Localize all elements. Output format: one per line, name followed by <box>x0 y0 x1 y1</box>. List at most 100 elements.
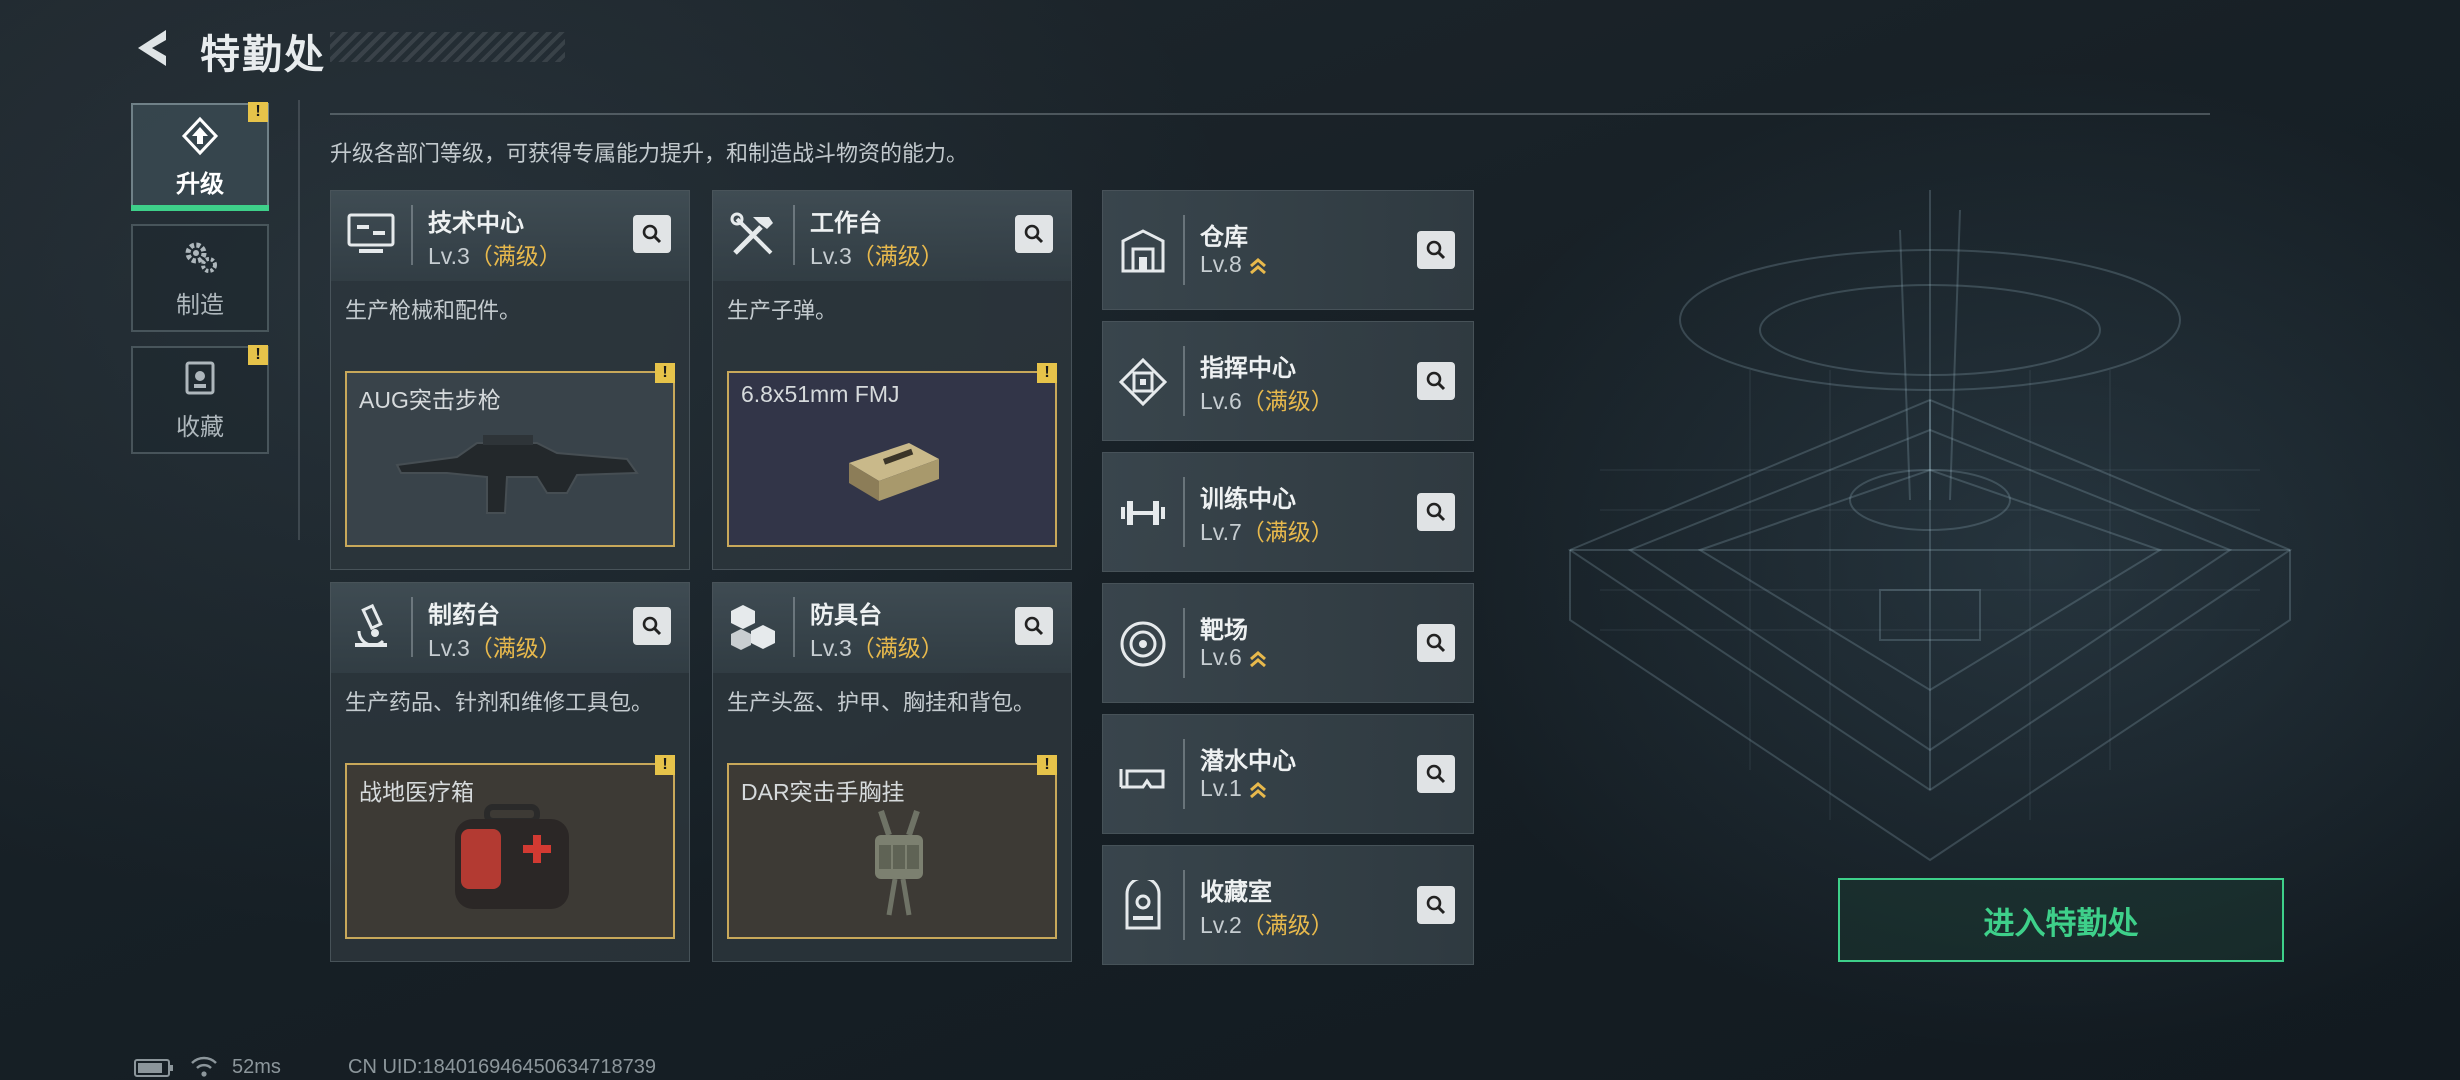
facility-card-warehouse[interactable]: 仓库 Lv.8 <box>1102 190 1474 310</box>
search-button[interactable] <box>1417 755 1455 793</box>
active-tab-indicator <box>131 205 269 211</box>
ping-readout: 52ms <box>232 1056 281 1078</box>
facility-level: Lv.8 <box>1200 251 1268 278</box>
target-icon <box>1120 621 1166 667</box>
max-level-label: （满级） <box>1241 388 1334 414</box>
trophy-icon <box>185 361 215 394</box>
chest-rig-image <box>875 810 923 916</box>
cubes-icon <box>731 605 775 650</box>
dumbbell-icon <box>1121 501 1165 525</box>
workshop-level: Lv.3（满级） <box>428 635 562 661</box>
wifi-icon <box>191 1056 217 1077</box>
search-button[interactable] <box>1015 607 1053 645</box>
search-icon <box>1426 502 1446 522</box>
max-level-label: （满级） <box>851 243 944 269</box>
facility-level: Lv.2（满级） <box>1200 912 1334 938</box>
facility-hologram-image <box>1567 190 2293 862</box>
divider <box>330 113 2210 115</box>
facility-name: 靶场 <box>1200 617 1248 644</box>
workshop-description: 生产子弹。 <box>727 298 838 323</box>
max-level-label: （满级） <box>469 243 562 269</box>
max-level-label: （满级） <box>851 635 944 661</box>
card-header: 工作台 Lv.3（满级） <box>713 191 1071 281</box>
product-name: AUG突击步枪 <box>359 387 501 413</box>
warehouse-icon <box>1121 229 1165 273</box>
workshop-name: 工作台 <box>810 210 882 237</box>
workshop-level: Lv.3（满级） <box>810 243 944 269</box>
product-name: 6.8x51mm FMJ <box>741 381 900 407</box>
user-uid: CN UID:184016946450634718739 <box>348 1056 657 1078</box>
nav-tab-label: 制造 <box>176 291 224 319</box>
battery-icon <box>134 1059 173 1077</box>
monitor-icon <box>347 213 395 253</box>
product-name: DAR突击手胸挂 <box>741 779 905 805</box>
alert-badge: ! <box>248 345 268 365</box>
diving-mask-icon <box>1119 769 1165 789</box>
medkit-image <box>455 804 569 909</box>
workshop-card-workbench[interactable]: 工作台 Lv.3（满级） 生产子弹。 6.8x51mm FMJ ! <box>712 190 1072 570</box>
facility-card-collection-room[interactable]: 收藏室 Lv.2（满级） <box>1102 845 1474 965</box>
card-header: 防具台 Lv.3（满级） <box>713 583 1071 673</box>
facility-level: Lv.7（满级） <box>1200 519 1334 545</box>
nav-tab-label: 收藏 <box>176 413 224 441</box>
card-header: 制药台 Lv.3（满级） <box>331 583 689 673</box>
search-button[interactable] <box>633 607 671 645</box>
facility-level: Lv.6 <box>1200 644 1268 671</box>
nav-tab-craft[interactable]: 制造 <box>131 224 269 332</box>
product-slot[interactable]: 6.8x51mm FMJ ! <box>727 363 1057 547</box>
search-button[interactable] <box>1417 493 1455 531</box>
facility-name: 指挥中心 <box>1200 355 1296 382</box>
facility-card-diving-center[interactable]: 潜水中心 Lv.1 <box>1102 714 1474 834</box>
search-icon <box>1426 764 1446 784</box>
search-button[interactable] <box>1015 215 1053 253</box>
search-icon <box>1024 224 1044 244</box>
facility-card-shooting-range[interactable]: 靶场 Lv.6 <box>1102 583 1474 703</box>
divider <box>298 100 300 540</box>
search-button[interactable] <box>633 215 671 253</box>
product-slot[interactable]: DAR突击手胸挂 ! <box>727 755 1057 939</box>
workshop-description: 生产药品、针剂和维修工具包。 <box>345 690 654 715</box>
alert-badge: ! <box>1037 363 1057 383</box>
facility-level: Lv.1 <box>1200 775 1268 802</box>
alert-badge: ! <box>1037 755 1057 775</box>
workshop-name: 制药台 <box>428 602 500 629</box>
search-icon <box>642 224 662 244</box>
search-button[interactable] <box>1417 624 1455 662</box>
facility-card-training-center[interactable]: 训练中心 Lv.7（满级） <box>1102 452 1474 572</box>
upgrade-chevron-icon <box>1249 781 1266 799</box>
upgrade-icon <box>181 116 219 155</box>
max-level-label: （满级） <box>469 635 562 661</box>
max-level-label: （满级） <box>1241 912 1334 938</box>
alert-badge: ! <box>248 102 268 122</box>
facility-card-command-center[interactable]: 指挥中心 Lv.6（满级） <box>1102 321 1474 441</box>
upgrade-chevron-icon <box>1249 257 1266 275</box>
workshop-card-armory[interactable]: 防具台 Lv.3（满级） 生产头盔、护甲、胸挂和背包。 DAR突击手胸挂 ! <box>712 582 1072 962</box>
facility-name: 潜水中心 <box>1200 748 1296 775</box>
workshop-card-tech-center[interactable]: 技术中心 Lv.3（满级） 生产枪械和配件。 AUG突击步枪 ! <box>330 190 690 570</box>
facility-level: Lv.6（满级） <box>1200 388 1334 414</box>
search-icon <box>1426 240 1446 260</box>
search-icon <box>642 616 662 636</box>
workshop-name: 技术中心 <box>428 210 524 237</box>
product-slot[interactable]: AUG突击步枪 ! <box>345 363 675 547</box>
search-button[interactable] <box>1417 231 1455 269</box>
workshop-description: 生产枪械和配件。 <box>345 298 522 323</box>
back-arrow-icon[interactable] <box>132 26 176 70</box>
search-icon <box>1426 371 1446 391</box>
page-title: 特勤处 <box>200 33 326 77</box>
search-button[interactable] <box>1417 886 1455 924</box>
section-description: 升级各部门等级，可获得专属能力提升，和制造战斗物资的能力。 <box>330 141 969 166</box>
ammo-box-image <box>849 443 939 501</box>
search-icon <box>1426 633 1446 653</box>
search-icon <box>1426 895 1446 915</box>
nav-tab-label: 升级 <box>176 170 224 198</box>
search-button[interactable] <box>1417 362 1455 400</box>
product-slot[interactable]: 战地医疗箱 ! <box>345 755 675 939</box>
search-icon <box>1024 616 1044 636</box>
enter-special-ops-button[interactable]: 进入特勤处 <box>1838 878 2284 962</box>
workshop-description: 生产头盔、护甲、胸挂和背包。 <box>727 690 1036 715</box>
workshop-card-pharmacy[interactable]: 制药台 Lv.3（满级） 生产药品、针剂和维修工具包。 战地医疗箱 ! <box>330 582 690 962</box>
gear-icon <box>185 242 217 273</box>
card-header: 技术中心 Lv.3（满级） <box>331 191 689 281</box>
workshop-name: 防具台 <box>810 602 882 629</box>
